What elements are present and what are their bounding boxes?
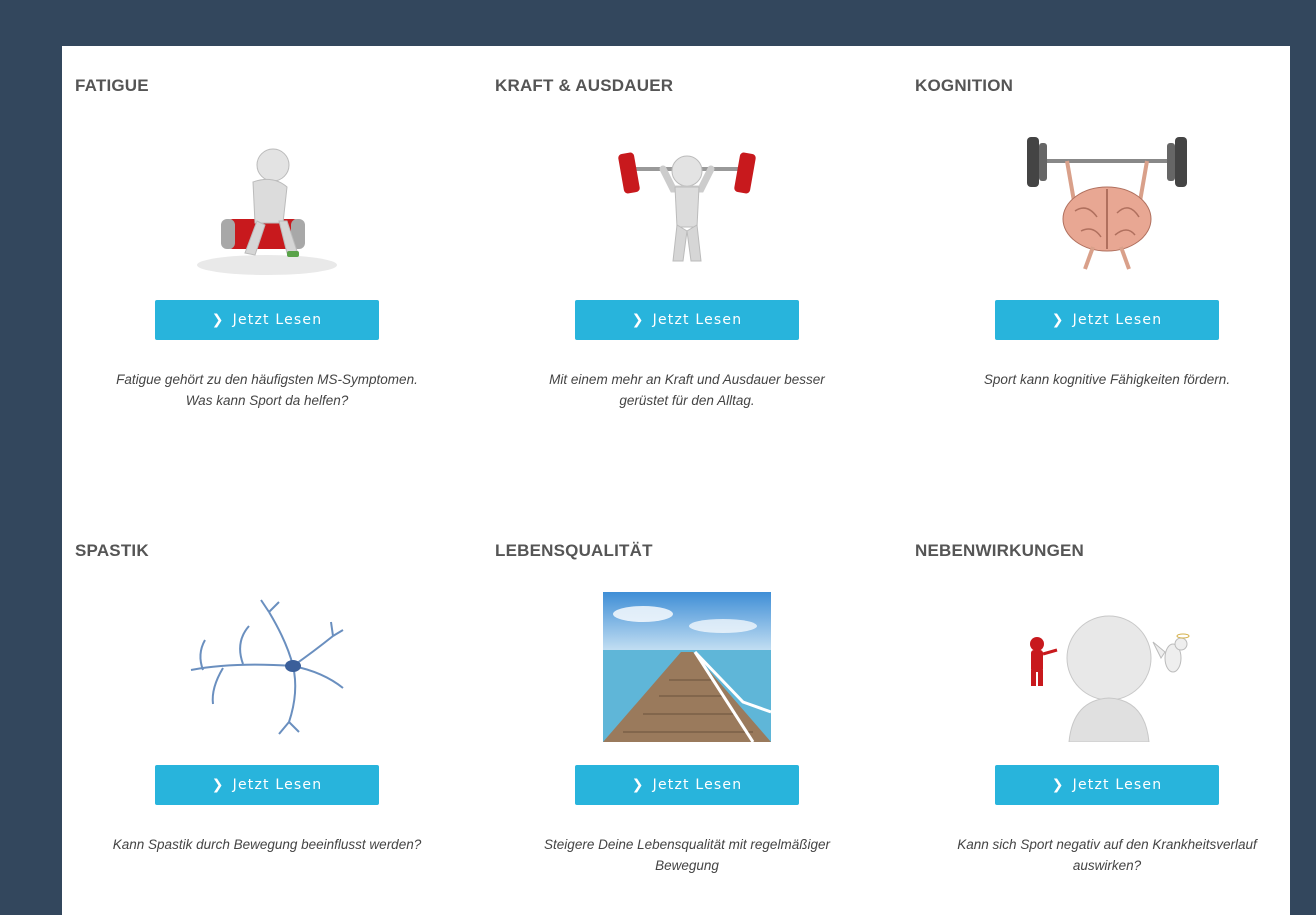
description-line: gerüstet für den Alltag. — [619, 393, 755, 408]
card-title: SPASTIK — [75, 541, 149, 560]
kognition-image[interactable] — [1023, 127, 1191, 277]
description-line: Fatigue gehört zu den häufigsten MS-Symp… — [116, 372, 418, 387]
description-line: Kann Spastik durch Bewegung beeinflusst … — [112, 837, 422, 852]
read-now-button[interactable]: ❯ Jetzt Lesen — [995, 765, 1219, 805]
read-now-label: Jetzt Lesen — [232, 312, 323, 328]
nebenwirkungen-image[interactable] — [1023, 592, 1191, 742]
read-now-button[interactable]: ❯ Jetzt Lesen — [155, 765, 379, 805]
chevron-right-icon: ❯ — [631, 777, 645, 793]
read-now-label: Jetzt Lesen — [652, 777, 743, 793]
read-now-label: Jetzt Lesen — [1072, 312, 1163, 328]
card-description: Sport kann kognitive Fähigkeiten fördern… — [902, 369, 1290, 390]
chevron-right-icon: ❯ — [211, 312, 225, 328]
content-panel: FATIGUE ❯ Jetzt Lesen Fatigue gehört zu … — [62, 46, 1290, 915]
lebensqualitaet-image[interactable] — [603, 592, 771, 742]
description-line: Was kann Sport da helfen? — [185, 393, 349, 408]
fatigue-image[interactable] — [183, 127, 351, 277]
chevron-right-icon: ❯ — [631, 312, 645, 328]
card-description: Mit einem mehr an Kraft und Ausdauer bes… — [482, 369, 892, 411]
spastik-image[interactable] — [183, 592, 351, 742]
brain-lifting-barbell-icon — [1023, 127, 1191, 277]
neuron-icon — [183, 592, 351, 742]
description-line: Mit einem mehr an Kraft und Ausdauer bes… — [549, 372, 825, 387]
card-title: LEBENSQUALITÄT — [495, 541, 653, 560]
chevron-right-icon: ❯ — [211, 777, 225, 793]
description-line: Kann sich Sport negativ auf den Krankhei… — [957, 837, 1257, 852]
card-description: Kann sich Sport negativ auf den Krankhei… — [902, 834, 1290, 876]
chevron-right-icon: ❯ — [1051, 312, 1065, 328]
kraft-image[interactable] — [603, 127, 771, 277]
description-line: auswirken? — [1072, 858, 1142, 873]
read-now-label: Jetzt Lesen — [232, 777, 323, 793]
card-title: NEBENWIRKUNGEN — [915, 541, 1085, 560]
read-now-label: Jetzt Lesen — [652, 312, 743, 328]
card-description: Steigere Deine Lebensqualität mit regelm… — [482, 834, 892, 876]
card-description: Fatigue gehört zu den häufigsten MS-Symp… — [62, 369, 472, 411]
read-now-button[interactable]: ❯ Jetzt Lesen — [575, 765, 799, 805]
figure-sitting-on-battery-icon — [183, 127, 351, 277]
figure-devil-angel-icon — [1023, 592, 1191, 742]
read-now-button[interactable]: ❯ Jetzt Lesen — [995, 300, 1219, 340]
read-now-button[interactable]: ❯ Jetzt Lesen — [575, 300, 799, 340]
card-title: KOGNITION — [915, 76, 1014, 95]
card-title: KRAFT & AUSDAUER — [495, 76, 674, 95]
pier-to-sea-icon — [603, 592, 771, 742]
chevron-right-icon: ❯ — [1051, 777, 1065, 793]
read-now-button[interactable]: ❯ Jetzt Lesen — [155, 300, 379, 340]
description-line: Bewegung — [655, 858, 719, 873]
description-line: Steigere Deine Lebensqualität mit regelm… — [544, 837, 830, 852]
figure-lifting-barbell-icon — [603, 127, 771, 277]
card-description: Kann Spastik durch Bewegung beeinflusst … — [62, 834, 472, 855]
read-now-label: Jetzt Lesen — [1072, 777, 1163, 793]
description-line: Sport kann kognitive Fähigkeiten fördern… — [983, 372, 1231, 387]
card-title: FATIGUE — [75, 76, 149, 95]
